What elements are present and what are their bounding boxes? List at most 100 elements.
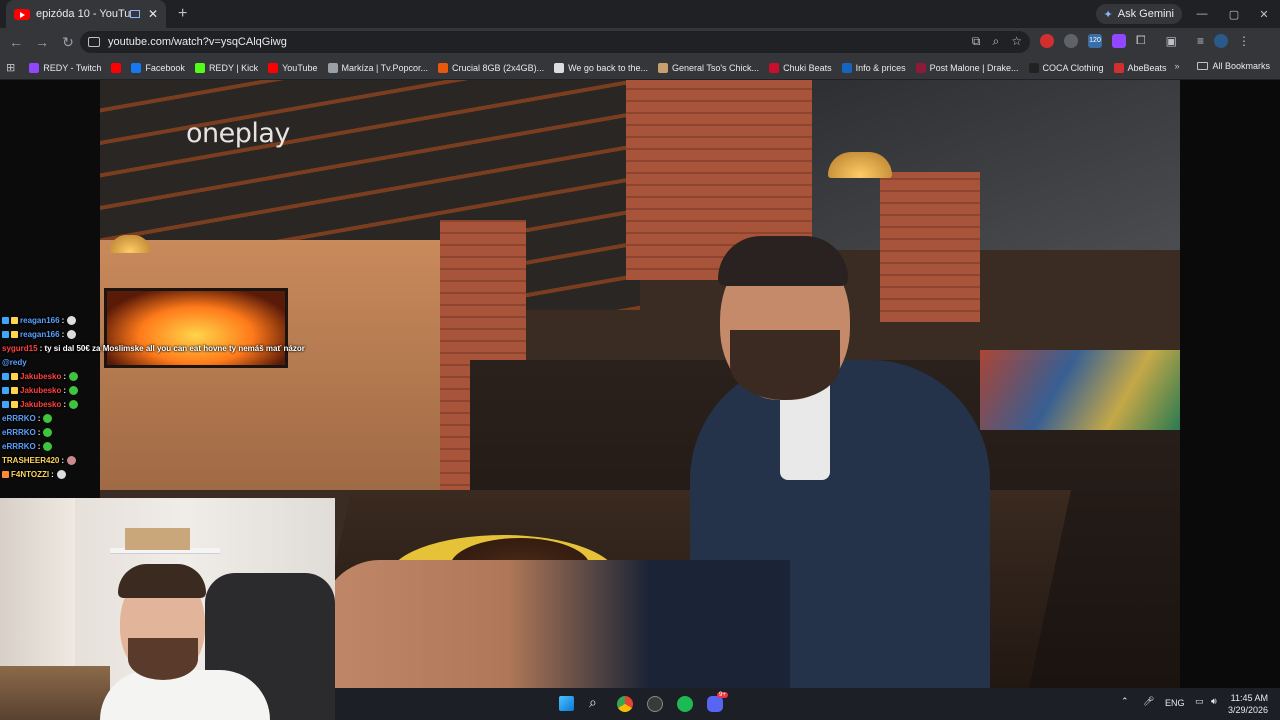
zoom-icon[interactable]: ⌕: [993, 34, 1000, 49]
apps-grid-icon[interactable]: ⊞: [6, 61, 15, 74]
bookmark-label: We go back to the...: [568, 62, 648, 73]
language-indicator[interactable]: ENG: [1165, 698, 1185, 708]
bookmark-item[interactable]: REDY - Twitch: [29, 62, 101, 73]
new-tab-button[interactable]: +: [178, 5, 187, 23]
address-bar[interactable]: youtube.com/watch?v=ysqCAlqGiwg ⧉ ⌕ ☆: [80, 31, 1030, 53]
chat-message: @redy: [2, 355, 302, 369]
bookmark-label: COCA Clothing: [1042, 62, 1104, 73]
system-clock[interactable]: 11:45 AM 3/29/2026: [1228, 692, 1268, 716]
search-icon[interactable]: ⌕: [589, 694, 605, 710]
microphone-icon[interactable]: 🎤︎: [1143, 696, 1154, 707]
extensions-puzzle-icon[interactable]: ⧠: [1136, 33, 1146, 48]
chrome-icon[interactable]: [617, 696, 633, 712]
bookmark-favicon-icon: [111, 62, 122, 73]
bookmark-label: Post Malone | Drake...: [929, 62, 1019, 73]
bookmark-item[interactable]: Info & prices: [841, 62, 906, 73]
youtube-favicon-icon: [14, 8, 30, 20]
twitch-extension-icon[interactable]: [1112, 33, 1126, 48]
maximize-button[interactable]: ▢: [1218, 0, 1250, 28]
scene-lamp: [828, 152, 892, 178]
chat-badge-icon: [2, 386, 9, 394]
bookmark-item[interactable]: [111, 62, 122, 73]
bookmark-favicon-icon: [268, 62, 279, 73]
bookmarks-bar: ⊞ REDY - Twitch Facebook REDY | Kick YouTub…: [0, 56, 1280, 80]
bookmarks-overflow-icon[interactable]: »: [1174, 61, 1179, 71]
site-info-icon[interactable]: [88, 37, 100, 47]
all-bookmarks-button[interactable]: » All Bookmarks: [1174, 61, 1270, 71]
bookmark-favicon-icon: [438, 62, 449, 73]
chat-badge-icon: [2, 470, 9, 478]
chat-emote-icon: [69, 385, 79, 395]
extensions-area: 120 ⧠ ▣ ≡ ⋮: [1040, 33, 1250, 48]
reload-button[interactable]: ↻: [56, 30, 80, 54]
reading-list-icon[interactable]: ≡: [1197, 34, 1204, 48]
menu-kebab-icon[interactable]: ⋮: [1238, 34, 1250, 48]
bookmark-item[interactable]: Markíza | Tv.Popcor...: [327, 62, 429, 73]
obs-icon[interactable]: [647, 696, 663, 712]
bookmark-item[interactable]: AbeBeats: [1113, 62, 1167, 73]
folder-icon: [1197, 62, 1209, 70]
chat-emote-icon: [67, 315, 77, 325]
bookmark-item[interactable]: Facebook: [131, 62, 185, 73]
chat-emote-icon: [69, 399, 79, 409]
bookmark-item[interactable]: Chuki Beats: [769, 62, 832, 73]
chat-username: eRRRKO: [2, 441, 36, 451]
bookmark-label: Crucial 8GB (2x4GB)...: [452, 62, 545, 73]
bookmark-label: Markíza | Tv.Popcor...: [341, 62, 429, 73]
chat-emote-icon: [56, 469, 66, 479]
windows-start-icon[interactable]: [559, 696, 574, 711]
ask-gemini-label: Ask Gemini: [1117, 8, 1174, 20]
bookmark-item[interactable]: Post Malone | Drake...: [915, 62, 1019, 73]
clock-date: 3/29/2026: [1227, 705, 1268, 715]
bookmark-label: YouTube: [282, 62, 318, 73]
tray-overflow-icon[interactable]: ⌃: [1121, 696, 1129, 707]
chat-badge-icon: [11, 372, 18, 380]
chat-separator: :: [37, 427, 41, 437]
back-button[interactable]: ←: [4, 30, 28, 54]
chat-badge-icon: [2, 400, 9, 408]
bookmark-item[interactable]: Crucial 8GB (2x4GB)...: [438, 62, 545, 73]
chat-message: TRASHEER420:: [2, 453, 302, 467]
minimize-button[interactable]: —: [1186, 0, 1218, 28]
bookmark-favicon-icon: [657, 62, 668, 73]
ask-gemini-button[interactable]: ✦ Ask Gemini: [1095, 4, 1182, 24]
close-window-button[interactable]: ✕: [1248, 0, 1280, 28]
extension-red-icon[interactable]: [1040, 33, 1054, 48]
chat-username: Jakubesko: [20, 385, 62, 395]
extension-badge-icon[interactable]: 120: [1088, 33, 1102, 48]
oneplay-watermark: oneplay: [186, 118, 290, 149]
cast-icon[interactable]: ⧉: [972, 34, 981, 49]
close-tab-icon[interactable]: ✕: [148, 7, 158, 21]
tab-youtube[interactable]: epizóda 10 - YouTube ✕: [6, 0, 166, 28]
chat-message: eRRRKO:: [2, 425, 302, 439]
bookmark-item[interactable]: General Tso's Chick...: [657, 62, 760, 73]
bookmark-item[interactable]: REDY | Kick: [194, 62, 258, 73]
network-icon[interactable]: ▭: [1195, 696, 1204, 707]
bookmark-favicon-icon: [29, 62, 40, 73]
chat-separator: :: [51, 469, 54, 479]
webcam-overlay: [0, 498, 335, 720]
bookmark-item[interactable]: YouTube: [268, 62, 318, 73]
volume-icon[interactable]: 🔊︎: [1211, 696, 1217, 707]
bookmark-item[interactable]: COCA Clothing: [1028, 62, 1104, 73]
profile-avatar[interactable]: [1213, 33, 1228, 48]
bookmark-favicon-icon: [194, 62, 205, 73]
bookmark-favicon-icon: [327, 62, 338, 73]
url-text[interactable]: youtube.com/watch?v=ysqCAlqGiwg: [108, 36, 287, 48]
discord-icon[interactable]: [707, 696, 723, 712]
bookmark-star-icon[interactable]: ☆: [1011, 34, 1022, 49]
extension-grey-icon[interactable]: [1064, 33, 1078, 48]
chat-username: F4NTOZZI: [11, 469, 50, 479]
chat-username: Jakubesko: [20, 371, 62, 381]
chat-badge-icon: [2, 372, 9, 380]
chat-username: eRRRKO: [2, 427, 36, 437]
bookmark-label: General Tso's Chick...: [671, 62, 760, 73]
spotify-icon[interactable]: [677, 696, 693, 712]
bookmark-item[interactable]: We go back to the...: [554, 62, 648, 73]
chat-separator: :: [37, 441, 41, 451]
forward-button[interactable]: →: [30, 30, 54, 54]
chat-username: sygurd15: [2, 343, 38, 353]
side-panel-icon[interactable]: ▣: [1166, 34, 1177, 48]
chat-emote-icon: [67, 455, 77, 465]
picture-in-picture-icon[interactable]: [129, 10, 140, 18]
